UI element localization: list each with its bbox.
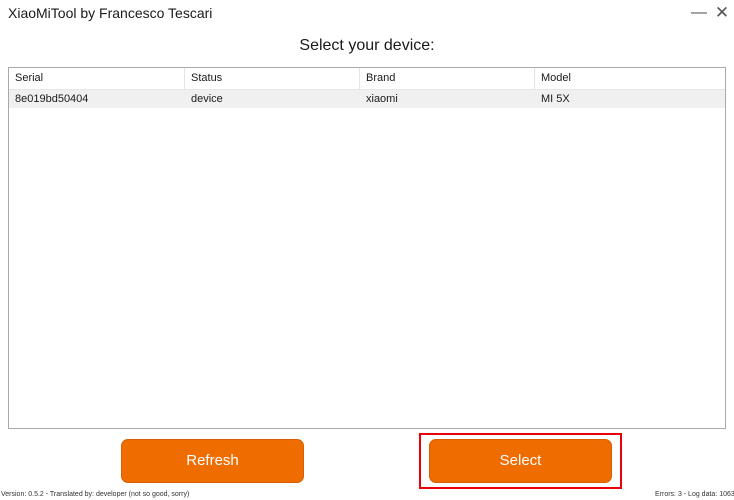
close-icon[interactable]: ✕: [713, 3, 731, 23]
table-header: Serial Status Brand Model: [9, 68, 725, 90]
version-info: Version: 0.5.2 - Translated by: develope…: [1, 491, 190, 498]
highlight-box: [419, 433, 622, 489]
device-table[interactable]: Serial Status Brand Model 8e019bd50404 d…: [8, 67, 726, 429]
column-header-model[interactable]: Model: [535, 68, 725, 89]
page-title: Select your device:: [299, 37, 435, 54]
column-header-serial[interactable]: Serial: [9, 68, 185, 89]
column-header-status[interactable]: Status: [185, 68, 360, 89]
cell-status: device: [191, 93, 223, 105]
cell-model: MI 5X: [541, 93, 570, 105]
title-bar: XiaoMiTool by Francesco Tescari — ✕: [0, 0, 734, 28]
window-title: XiaoMiTool by Francesco Tescari: [8, 5, 213, 21]
cell-brand: xiaomi: [366, 93, 398, 105]
table-row[interactable]: 8e019bd50404 device xiaomi MI 5X: [9, 90, 725, 108]
refresh-button[interactable]: Refresh: [121, 439, 304, 483]
minimize-icon[interactable]: —: [690, 3, 708, 23]
column-header-brand[interactable]: Brand: [360, 68, 535, 89]
status-bar: Version: 0.5.2 - Translated by: develope…: [0, 490, 734, 500]
cell-serial: 8e019bd50404: [15, 93, 89, 105]
app-window: XiaoMiTool by Francesco Tescari — ✕ Sele…: [0, 0, 734, 500]
log-info: Errors: 3 - Log data: 10633: [655, 491, 734, 498]
